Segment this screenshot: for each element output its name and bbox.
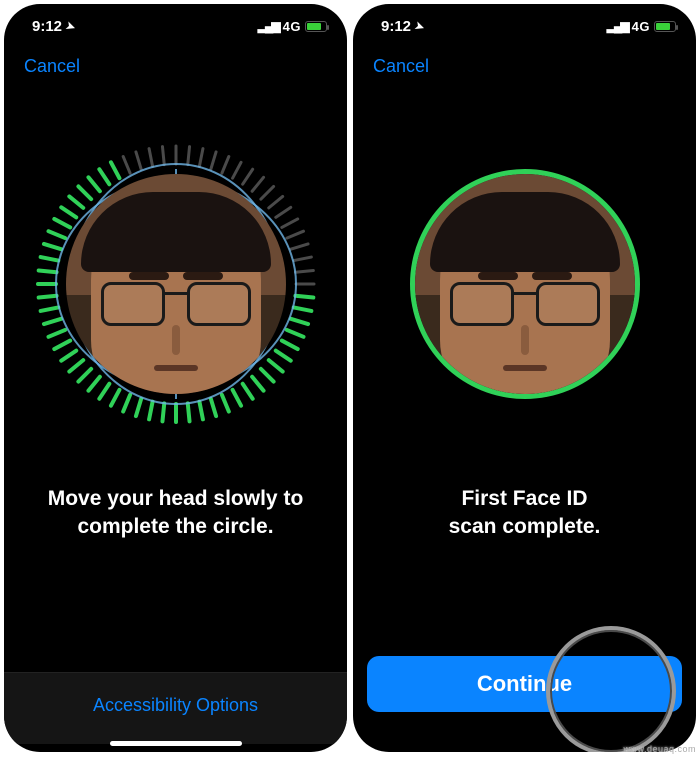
face-preview (415, 174, 635, 394)
home-indicator[interactable] (110, 741, 242, 746)
accessibility-bar: Accessibility Options (4, 672, 347, 744)
status-bar: 9:12 ➤ ▂▄▆ 4G (353, 4, 696, 48)
instruction-text: First Face ID scan complete. (419, 485, 631, 542)
network-label: 4G (283, 19, 301, 34)
location-icon: ➤ (413, 18, 426, 33)
status-right: ▂▄▆ 4G (607, 19, 676, 34)
cancel-button[interactable]: Cancel (4, 48, 347, 77)
battery-icon (305, 21, 327, 32)
main-area: Move your head slowly to complete the ci… (4, 77, 347, 672)
signal-icon: ▂▄▆ (607, 19, 628, 33)
status-bar: 9:12 ➤ ▂▄▆ 4G (4, 4, 347, 48)
face-preview (66, 174, 286, 394)
location-icon: ➤ (64, 18, 77, 33)
status-time: 9:12 (381, 18, 411, 35)
bottom-bar: Continue (353, 656, 696, 752)
cancel-button[interactable]: Cancel (353, 48, 696, 77)
phone-screen-scanning: 9:12 ➤ ▂▄▆ 4G Cancel (4, 4, 347, 752)
phone-screen-complete: 9:12 ➤ ▂▄▆ 4G Cancel First Face ID scan … (353, 4, 696, 752)
face-scan-ring (380, 139, 670, 429)
continue-button[interactable]: Continue (367, 656, 682, 712)
main-area: First Face ID scan complete. (353, 77, 696, 656)
status-left: 9:12 ➤ (381, 18, 424, 35)
watermark-text: www.deuaq.com (623, 744, 696, 754)
network-label: 4G (632, 19, 650, 34)
face-scan-ring (31, 139, 321, 429)
bottom-bar: Accessibility Options (4, 672, 347, 752)
instruction-text: Move your head slowly to complete the ci… (18, 485, 334, 542)
battery-icon (654, 21, 676, 32)
status-right: ▂▄▆ 4G (258, 19, 327, 34)
signal-icon: ▂▄▆ (258, 19, 279, 33)
status-time: 9:12 (32, 18, 62, 35)
accessibility-options-button[interactable]: Accessibility Options (93, 695, 258, 715)
status-left: 9:12 ➤ (32, 18, 75, 35)
